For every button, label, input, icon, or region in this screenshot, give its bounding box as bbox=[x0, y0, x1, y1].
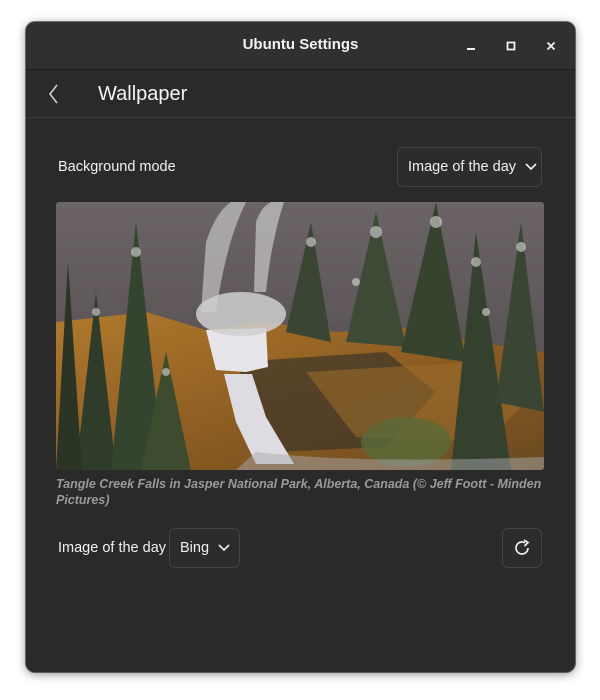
refresh-icon bbox=[515, 539, 530, 555]
image-provider-dropdown[interactable]: Bing bbox=[169, 528, 240, 568]
background-mode-label: Background mode bbox=[58, 159, 176, 175]
chevron-left-icon bbox=[48, 84, 58, 104]
wallpaper-caption: Tangle Creek Falls in Jasper National Pa… bbox=[56, 477, 542, 507]
titlebar[interactable]: Ubuntu Settings bbox=[26, 22, 575, 70]
minimize-icon bbox=[467, 48, 475, 50]
minimize-button[interactable] bbox=[459, 34, 483, 58]
refresh-button[interactable] bbox=[502, 528, 542, 568]
close-icon bbox=[546, 41, 556, 51]
close-button[interactable] bbox=[539, 34, 563, 58]
page-title: Wallpaper bbox=[98, 83, 188, 105]
settings-window: Ubuntu Settings Wallpaper Background mod… bbox=[26, 22, 575, 672]
window-title: Ubuntu Settings bbox=[242, 36, 359, 53]
maximize-icon bbox=[506, 41, 516, 51]
maximize-button[interactable] bbox=[499, 34, 523, 58]
back-button[interactable] bbox=[40, 80, 68, 108]
image-of-day-label: Image of the day bbox=[58, 540, 167, 556]
wallpaper-preview bbox=[56, 202, 544, 470]
page-header: Wallpaper bbox=[26, 70, 575, 118]
chevron-down-icon bbox=[525, 163, 537, 171]
background-mode-dropdown[interactable]: Image of the day bbox=[397, 147, 542, 187]
chevron-down-icon bbox=[218, 544, 230, 552]
image-provider-value: Bing bbox=[180, 540, 210, 556]
background-mode-value: Image of the day bbox=[408, 159, 517, 175]
